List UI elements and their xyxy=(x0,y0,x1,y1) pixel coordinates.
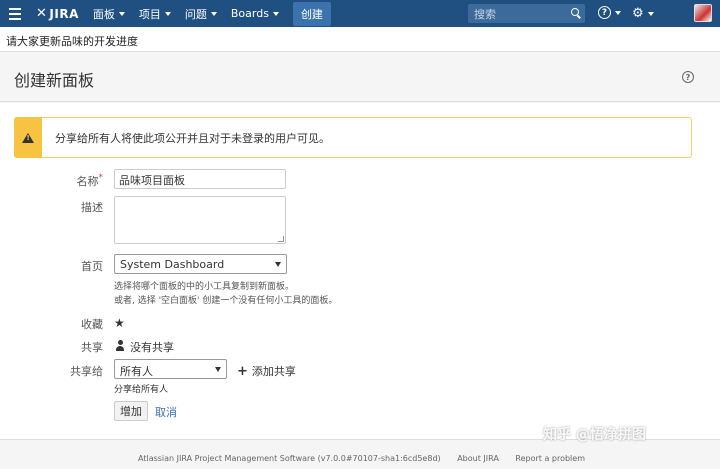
add-share-button[interactable]: + 添加共享 xyxy=(237,363,296,379)
share-all-note: 分享给所有人 xyxy=(114,385,169,395)
settings-menu[interactable]: ⚙ xyxy=(632,6,654,21)
favorite-star-icon[interactable]: ★ xyxy=(114,316,125,330)
page-title: 创建新面板 xyxy=(14,71,95,90)
chevron-down-icon xyxy=(164,11,171,16)
gear-icon: ⚙ xyxy=(632,6,644,21)
warning-text: 分享给所有人将使此项公开并且对于未登录的用户可见。 xyxy=(55,131,330,145)
name-label: 名称* xyxy=(76,173,104,188)
warning-icon xyxy=(22,132,34,143)
cancel-link[interactable]: 取消 xyxy=(155,404,177,420)
share-to-select[interactable]: 所有人 xyxy=(114,359,227,379)
nav-dashboards-menu[interactable]: 面板 xyxy=(93,6,125,22)
home-dashboard-select[interactable]: System Dashboard xyxy=(114,254,287,274)
share-status: 没有共享 xyxy=(130,341,174,354)
warning-message: 分享给所有人将使此项公开并且对于未登录的用户可见。 xyxy=(14,117,692,158)
app-switcher-icon[interactable] xyxy=(0,0,30,27)
home-help-text-2: 或者, 选择 '空白面板' 创建一个没有任何小工具的面板。 xyxy=(114,296,338,306)
footer-report-link[interactable]: Report a problem xyxy=(515,454,585,463)
chevron-down-icon xyxy=(615,10,621,15)
chevron-down-icon xyxy=(118,11,125,16)
chevron-down-icon xyxy=(272,11,279,16)
announcement-banner: 请大家更新品味的开发进度 xyxy=(0,27,720,52)
description-label: 描述 xyxy=(81,201,103,214)
name-field[interactable]: 品味项目面板 xyxy=(114,169,286,189)
footer-version: Atlassian JIRA Project Management Softwa… xyxy=(138,454,441,463)
search-input[interactable]: 搜索 xyxy=(468,4,585,23)
help-icon: ? xyxy=(598,6,611,19)
user-avatar[interactable] xyxy=(694,4,712,22)
help-icon[interactable]: ? xyxy=(682,71,694,83)
chevron-down-icon xyxy=(275,262,281,267)
required-mark: * xyxy=(98,173,104,183)
create-dashboard-form: 分享给所有人将使此项公开并且对于未登录的用户可见。 名称* 品味项目面板 描述 … xyxy=(0,103,720,439)
plus-icon: + xyxy=(237,363,248,379)
description-field[interactable] xyxy=(114,196,286,244)
create-issue-button[interactable]: 创建 xyxy=(292,1,331,26)
home-help-text-1: 选择将哪个面板的中的小工具复制到新面板。 xyxy=(114,282,295,292)
submit-button[interactable]: 增加 xyxy=(114,401,148,421)
chevron-down-icon xyxy=(210,11,217,16)
home-label: 首页 xyxy=(81,260,103,273)
nav-boards-menu[interactable]: Boards xyxy=(231,7,279,20)
search-icon xyxy=(571,8,579,16)
chevron-down-icon xyxy=(647,11,654,16)
jira-logo-icon: ✕ xyxy=(36,6,48,21)
favorite-label: 收藏 xyxy=(81,318,103,331)
nav-projects-menu[interactable]: 项目 xyxy=(139,6,171,22)
chevron-down-icon xyxy=(215,367,221,372)
share-label: 共享 xyxy=(81,341,103,354)
watermark: 知乎 @悟净拼图 xyxy=(543,427,646,443)
share-to-label: 共享给 xyxy=(70,365,103,378)
jira-logo[interactable]: ✕ JIRA xyxy=(36,6,79,21)
nav-issues-menu[interactable]: 问题 xyxy=(185,6,217,22)
footer-about-link[interactable]: About JIRA xyxy=(457,454,499,463)
help-menu[interactable]: ? xyxy=(598,6,621,19)
page-header: 创建新面板 ? xyxy=(0,52,720,102)
user-icon xyxy=(116,340,124,351)
